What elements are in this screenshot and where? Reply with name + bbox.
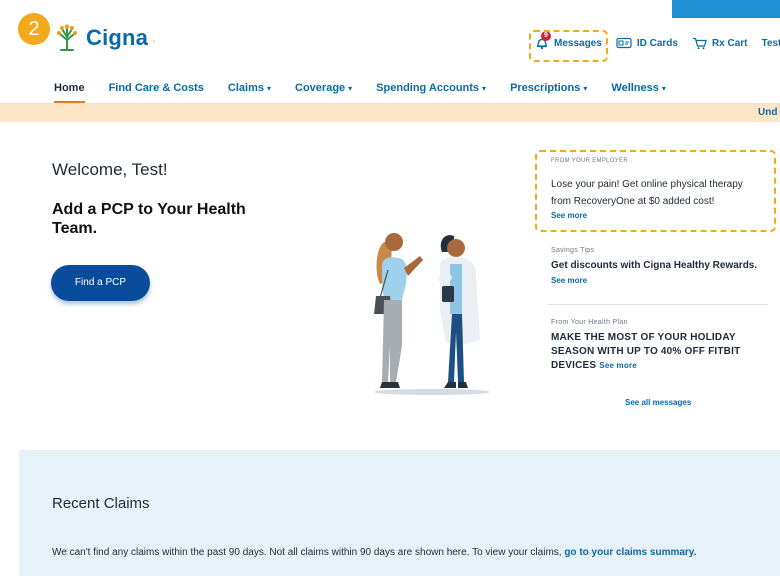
id-card-icon	[616, 37, 632, 49]
tree-logo-icon	[57, 24, 77, 51]
chevron-down-icon: ▾	[583, 84, 588, 93]
message-body-line: Lose your pain! Get online physical ther…	[551, 179, 743, 190]
message-body: Lose your pain! Get online physical ther…	[551, 178, 771, 209]
id-cards-label: ID Cards	[636, 37, 678, 49]
message-eyebrow: From Your Health Plan	[551, 319, 628, 326]
chevron-down-icon: ▾	[267, 84, 272, 93]
chevron-down-icon: ▾	[661, 84, 666, 93]
message-savings-tips: Savings Tips Get discounts with Cigna He…	[551, 247, 771, 285]
banner-text: Und	[758, 107, 778, 118]
message-eyebrow: FROM YOUR EMPLOYER	[551, 158, 628, 164]
doctor-patient-illustration	[374, 233, 490, 395]
cart-icon	[692, 37, 707, 49]
recent-claims-heading: Recent Claims	[52, 495, 150, 512]
nav-find-care-costs-label: Find Care & Costs	[108, 82, 204, 94]
bell-icon: 9	[535, 31, 551, 50]
find-pcp-button[interactable]: Find a PCP	[51, 265, 150, 301]
id-cards-link[interactable]: ID Cards	[616, 37, 678, 49]
see-more-link[interactable]: See more	[599, 361, 637, 370]
nav-claims[interactable]: Claims ▾	[228, 82, 271, 104]
messages-link[interactable]: 9 Messages	[535, 31, 602, 50]
user-name: Test	[761, 37, 780, 49]
alert-banner[interactable]: Und	[0, 104, 780, 122]
nav-prescriptions-label: Prescriptions	[510, 82, 581, 94]
nav-wellness-label: Wellness	[611, 82, 659, 94]
message-body-text: MAKE THE MOST OF YOUR HOLIDAY SEASON WIT…	[551, 332, 741, 371]
message-health-plan: From Your Health Plan MAKE THE MOST OF Y…	[551, 319, 771, 373]
see-all-messages-link[interactable]: See all messages	[625, 398, 691, 407]
utility-nav: 9 Messages ID Cards Rx Cart Test ▾	[535, 31, 780, 50]
nav-home-label: Home	[54, 82, 85, 94]
user-menu[interactable]: Test ▾	[762, 38, 780, 49]
nav-home[interactable]: Home	[54, 82, 85, 104]
cigna-logo[interactable]: Cigna.	[52, 24, 155, 52]
nav-claims-label: Claims	[227, 82, 264, 94]
message-body: Get discounts with Cigna Healthy Rewards…	[551, 260, 758, 271]
add-pcp-heading: Add a PCP to Your Health Team.	[52, 201, 246, 237]
message-body-line: from RecoveryOne at $0 added cost!	[551, 196, 715, 207]
main-nav: Home Find Care & Costs Claims ▾ Coverage ▾…	[54, 82, 690, 104]
message-divider	[548, 304, 768, 305]
message-employer: FROM YOUR EMPLOYER Lose your pain! Get o…	[551, 158, 771, 220]
claims-summary-link[interactable]: go to your claims summary.	[564, 547, 696, 558]
nav-coverage[interactable]: Coverage ▾	[295, 82, 352, 104]
nav-spending-accounts-label: Spending Accounts	[376, 82, 480, 94]
see-more-link[interactable]: See more	[551, 211, 771, 220]
messages-label: Messages	[554, 37, 602, 49]
recent-claims-message: We can't find any claims within the past…	[52, 545, 772, 560]
step-badge: 2	[18, 13, 50, 45]
top-right-accent-bar	[672, 0, 780, 18]
see-more-link[interactable]: See more	[551, 276, 771, 285]
brand-name: Cigna	[86, 25, 149, 50]
chevron-down-icon: ▾	[482, 84, 487, 93]
messages-count-badge: 9	[541, 31, 551, 41]
welcome-heading: Welcome, Test!	[52, 160, 168, 179]
message-eyebrow: Savings Tips	[551, 247, 595, 254]
message-body: MAKE THE MOST OF YOUR HOLIDAY SEASON WIT…	[551, 331, 761, 373]
chevron-down-icon: ▾	[348, 84, 353, 93]
nav-spending-accounts[interactable]: Spending Accounts ▾	[376, 82, 486, 104]
nav-prescriptions[interactable]: Prescriptions ▾	[510, 82, 587, 104]
claims-message-text: We can't find any claims within the past…	[52, 547, 562, 558]
rx-cart-link[interactable]: Rx Cart	[692, 37, 748, 50]
rx-cart-label: Rx Cart	[711, 37, 748, 49]
brand-mark: .	[152, 31, 156, 45]
nav-wellness[interactable]: Wellness ▾	[611, 82, 666, 104]
nav-coverage-label: Coverage	[295, 82, 346, 94]
nav-find-care-costs[interactable]: Find Care & Costs	[109, 82, 204, 104]
